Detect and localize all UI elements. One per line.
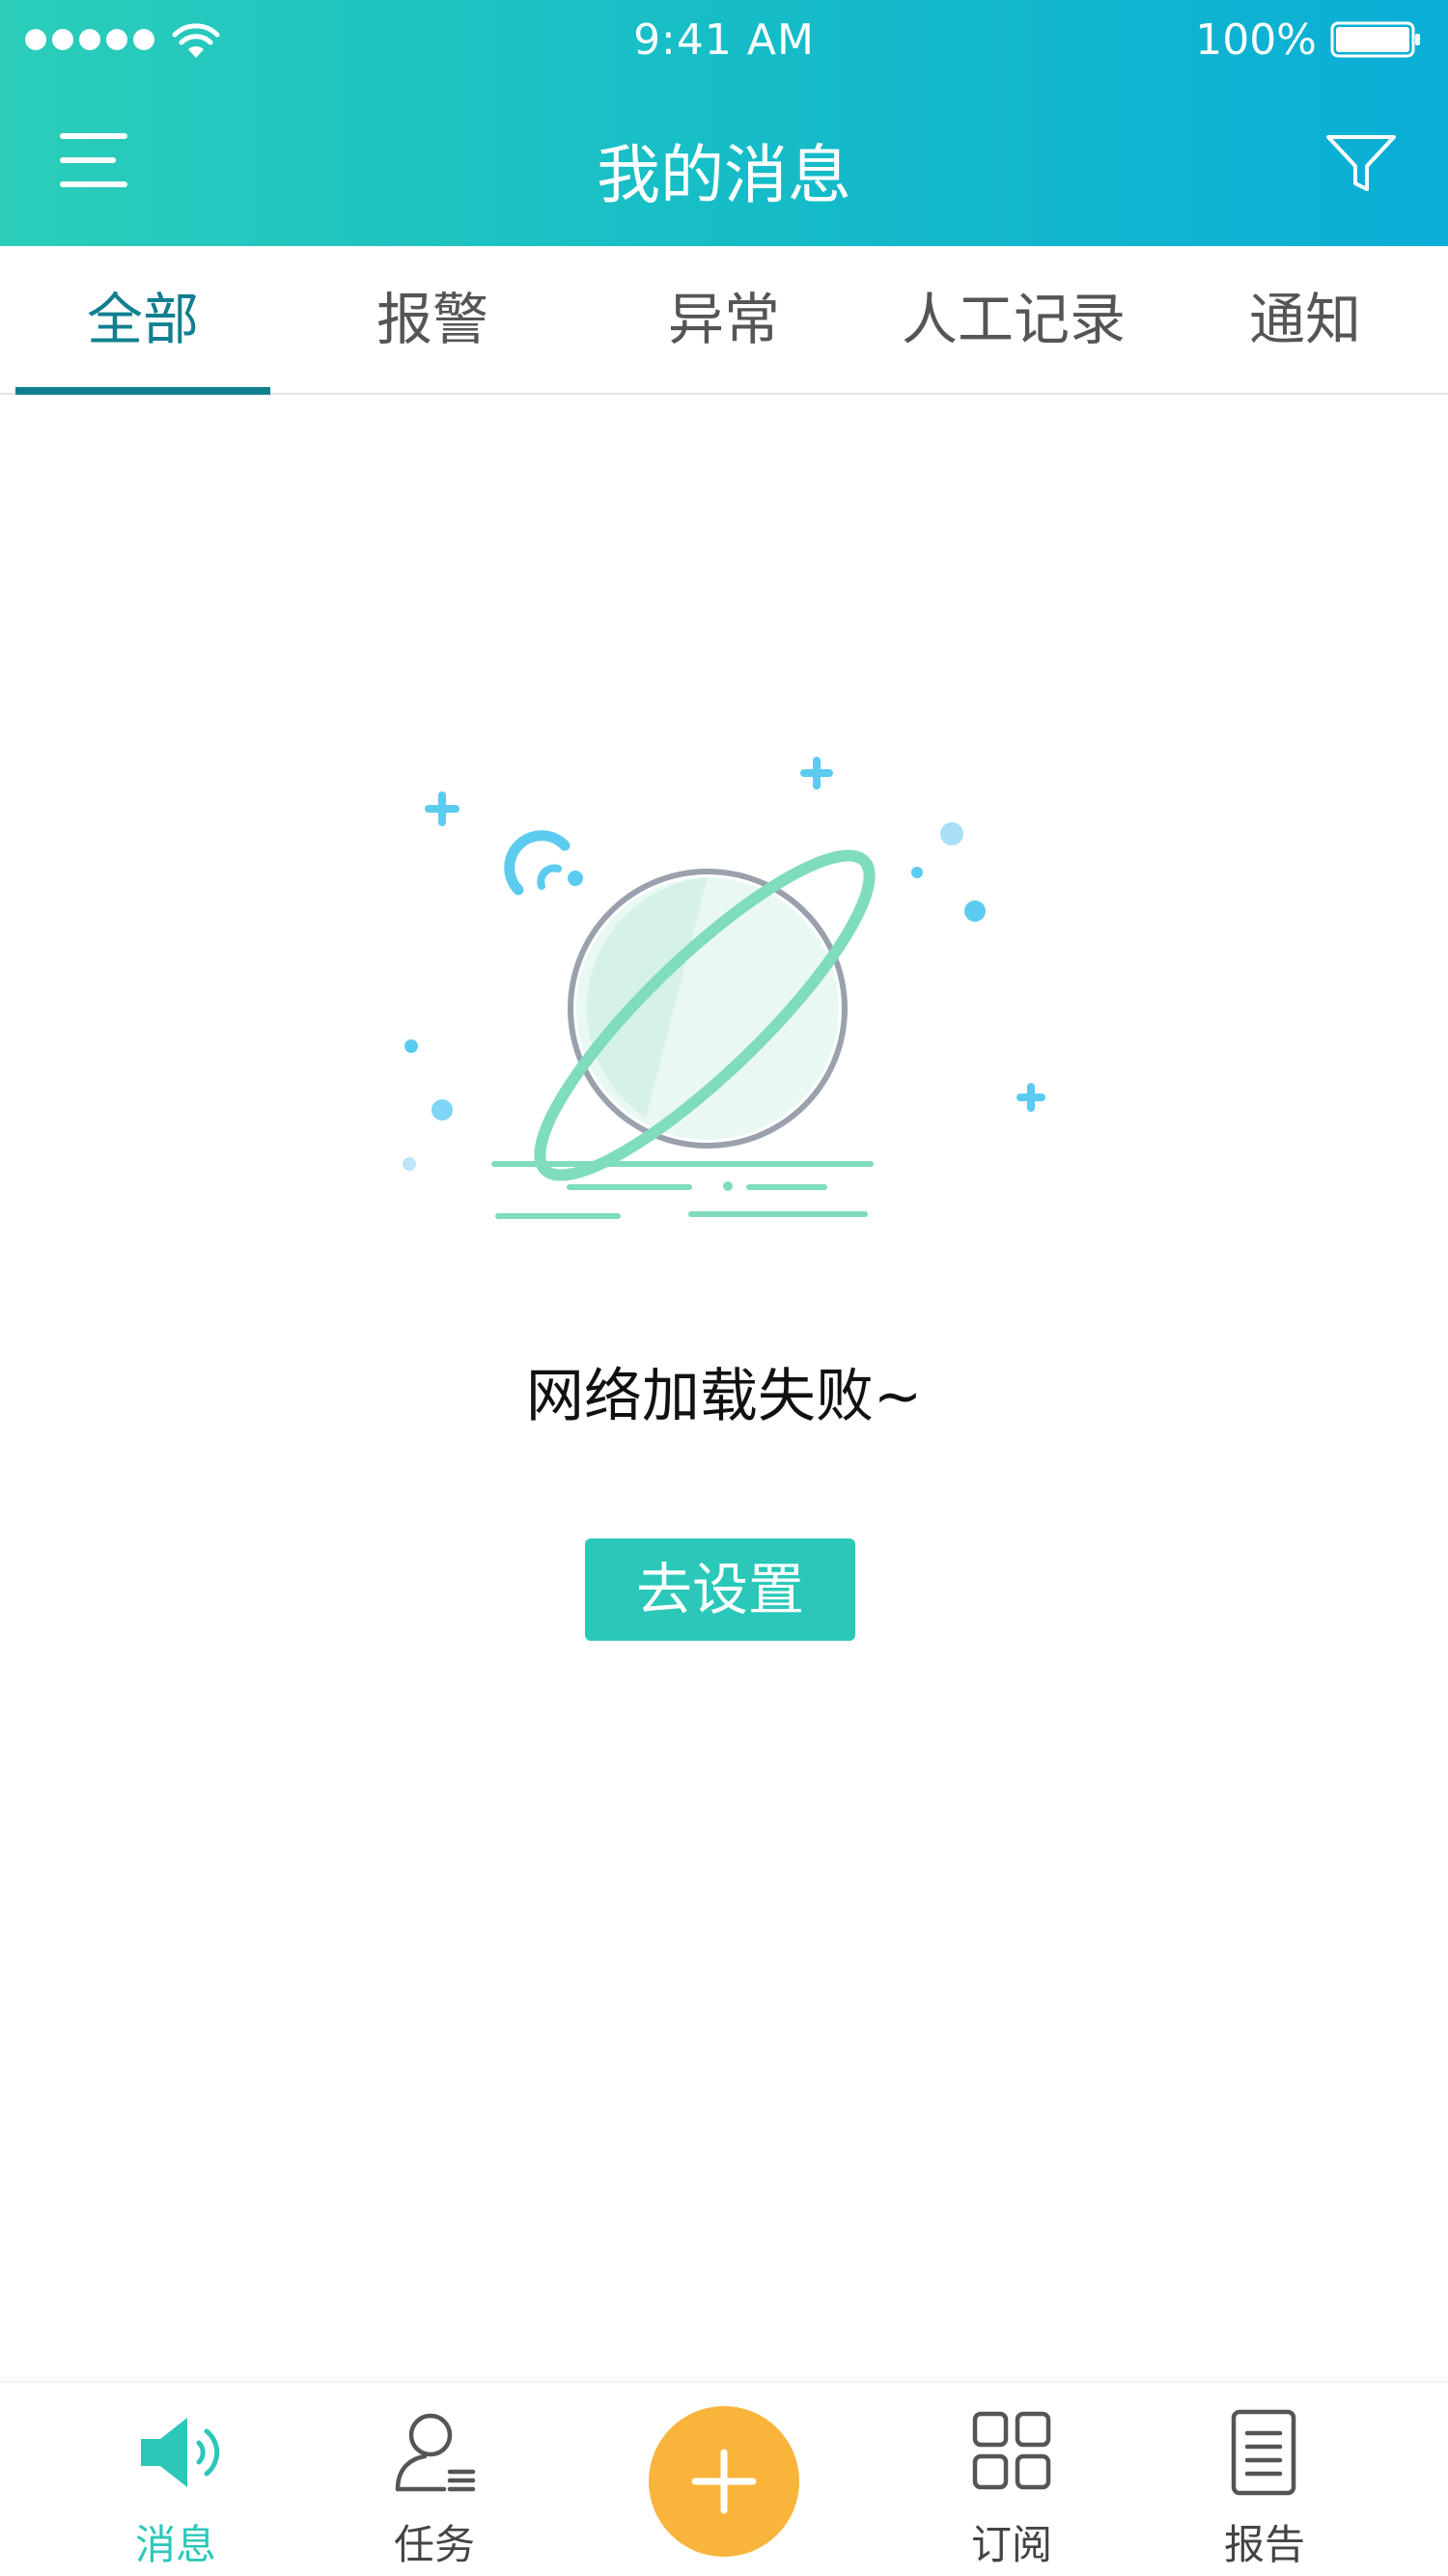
document-icon — [1231, 2409, 1296, 2496]
active-tab-indicator — [15, 387, 270, 395]
signal-waves-icon — [504, 830, 571, 896]
planet-illustration — [403, 757, 1045, 1219]
page-title: 我的消息 — [597, 138, 851, 212]
plus-icon — [691, 2449, 757, 2514]
tabbar-item-subscriptions[interactable]: 订阅 — [915, 2383, 1108, 2576]
filter-icon[interactable] — [1323, 129, 1400, 199]
grid-icon — [972, 2411, 1051, 2490]
tabbar-label-messages: 消息 — [134, 2521, 216, 2568]
go-to-settings-button[interactable]: 去设置 — [585, 1538, 855, 1641]
tabbar-label-reports: 报告 — [1223, 2521, 1305, 2568]
status-bar: 9:41 AM 100% — [0, 0, 1448, 81]
tabbar-item-tasks[interactable]: 任务 — [338, 2383, 531, 2576]
add-button[interactable] — [649, 2406, 799, 2557]
category-tabs: 全部 报警 异常 人工记录 通知 — [0, 246, 1448, 395]
speaker-icon — [141, 2418, 220, 2487]
header: 9:41 AM 100% 我的消息 — [0, 0, 1448, 246]
tab-exception[interactable]: 异常 — [597, 246, 851, 393]
tab-alarm[interactable]: 报警 — [305, 246, 560, 393]
tab-all[interactable]: 全部 — [15, 246, 270, 393]
tab-notification[interactable]: 通知 — [1178, 246, 1433, 393]
tabbar-label-subscriptions: 订阅 — [970, 2521, 1052, 2568]
tabbar-label-tasks: 任务 — [393, 2521, 475, 2568]
person-list-icon — [395, 2413, 476, 2492]
battery-icon — [1330, 21, 1420, 58]
tabbar-item-reports[interactable]: 报告 — [1168, 2383, 1361, 2576]
empty-state-message: 网络加载失败~ — [525, 1363, 923, 1430]
tabbar-item-messages[interactable]: 消息 — [79, 2383, 272, 2576]
battery-percentage: 100% — [1195, 15, 1317, 65]
tab-manual-record[interactable]: 人工记录 — [869, 246, 1158, 393]
